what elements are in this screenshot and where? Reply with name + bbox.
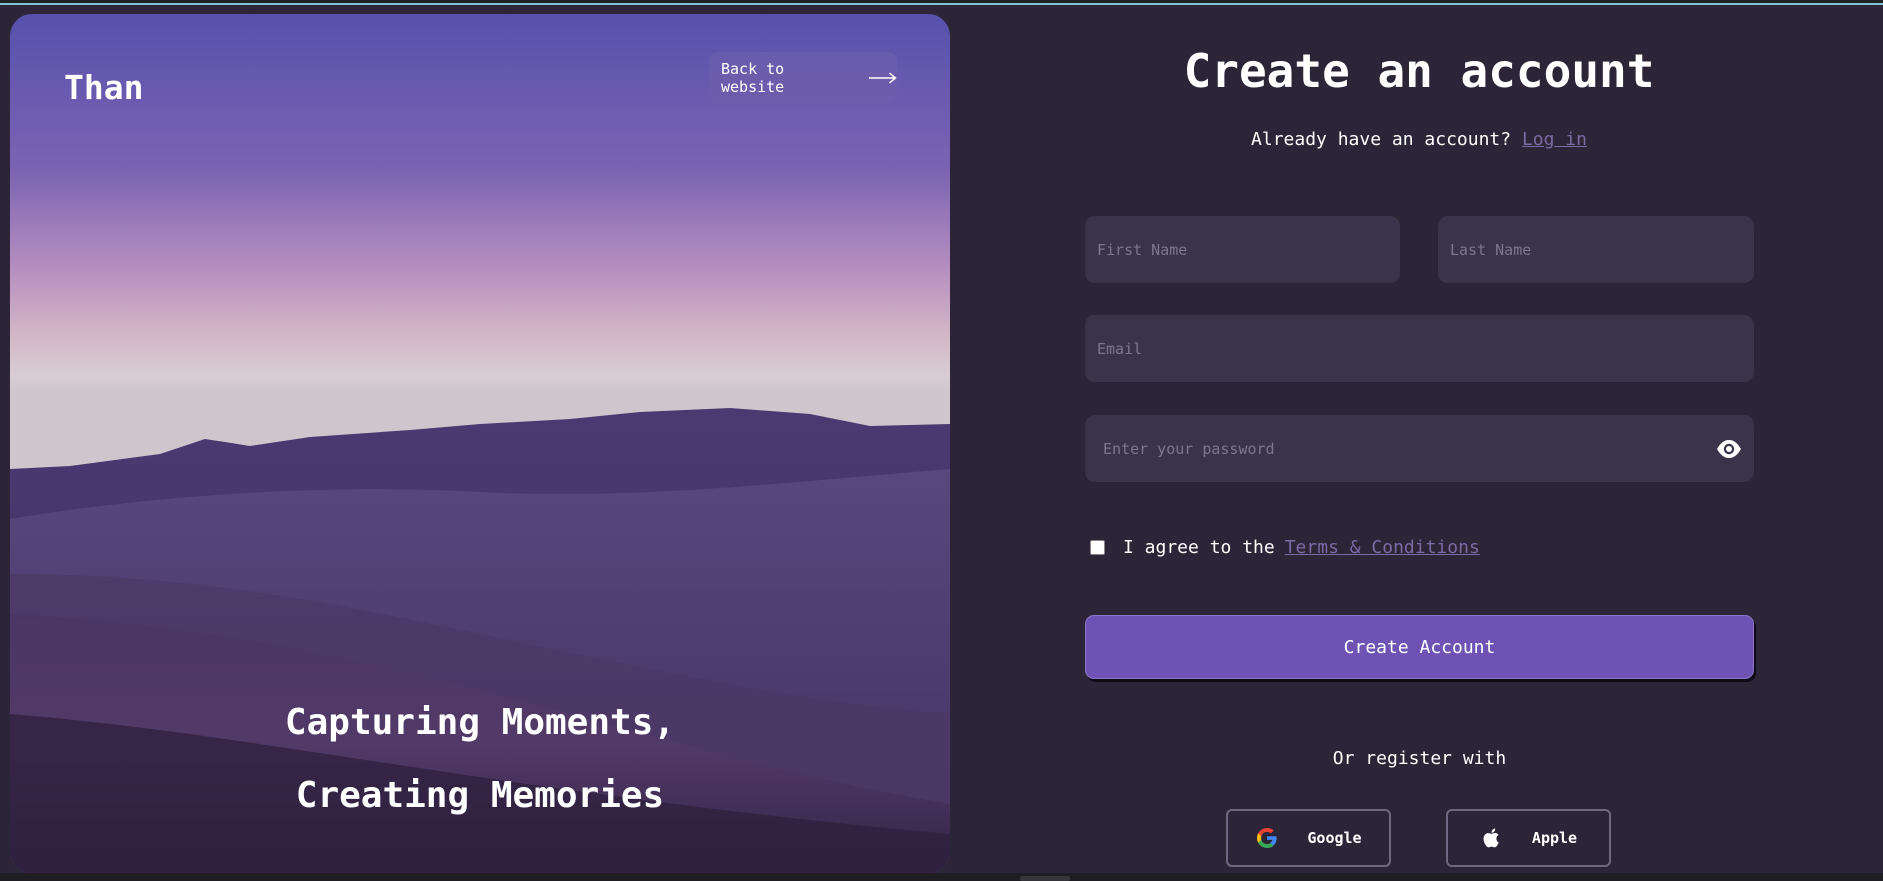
apple-icon	[1483, 828, 1499, 848]
email-field[interactable]	[1085, 315, 1754, 382]
terms-prefix: I agree to the	[1123, 536, 1275, 558]
first-name-field[interactable]	[1085, 216, 1400, 283]
login-link[interactable]: Log in	[1522, 129, 1587, 150]
horizontal-scrollbar[interactable]	[0, 873, 1883, 881]
brand-logo[interactable]: Than	[64, 68, 143, 107]
terms-link[interactable]: Terms & Conditions	[1285, 537, 1480, 558]
or-register-with: Or register with	[1332, 748, 1507, 769]
google-icon	[1257, 828, 1278, 848]
page-title: Create an account	[1183, 44, 1655, 98]
back-to-website-button[interactable]: Back to website	[709, 52, 897, 103]
apple-register-button[interactable]: Apple	[1446, 809, 1611, 867]
hero-caption-line2: Creating Memories	[295, 775, 665, 816]
password-field[interactable]	[1085, 415, 1754, 482]
hero-caption-line1: Capturing Moments,	[284, 702, 676, 743]
terms-row: I agree to the Terms & Conditions	[1090, 536, 1480, 558]
login-prompt-text: Already have an account?	[1251, 129, 1512, 150]
google-label: Google	[1307, 829, 1362, 847]
google-register-button[interactable]: Google	[1226, 809, 1391, 867]
browser-top-strip	[0, 0, 1883, 5]
apple-label: Apple	[1531, 829, 1578, 847]
create-account-button[interactable]: Create Account	[1085, 615, 1754, 679]
hero-panel: Than Back to website Capturing Moments, …	[10, 14, 950, 874]
login-prompt: Already have an account? Log in	[1000, 129, 1838, 150]
desert-dunes-image	[10, 408, 950, 874]
eye-icon[interactable]	[1715, 436, 1743, 462]
arrow-right-icon	[868, 72, 897, 83]
back-to-website-label: Back to website	[721, 59, 785, 96]
last-name-field[interactable]	[1438, 216, 1754, 283]
scrollbar-thumb[interactable]	[1020, 876, 1070, 881]
terms-checkbox[interactable]	[1090, 539, 1105, 555]
